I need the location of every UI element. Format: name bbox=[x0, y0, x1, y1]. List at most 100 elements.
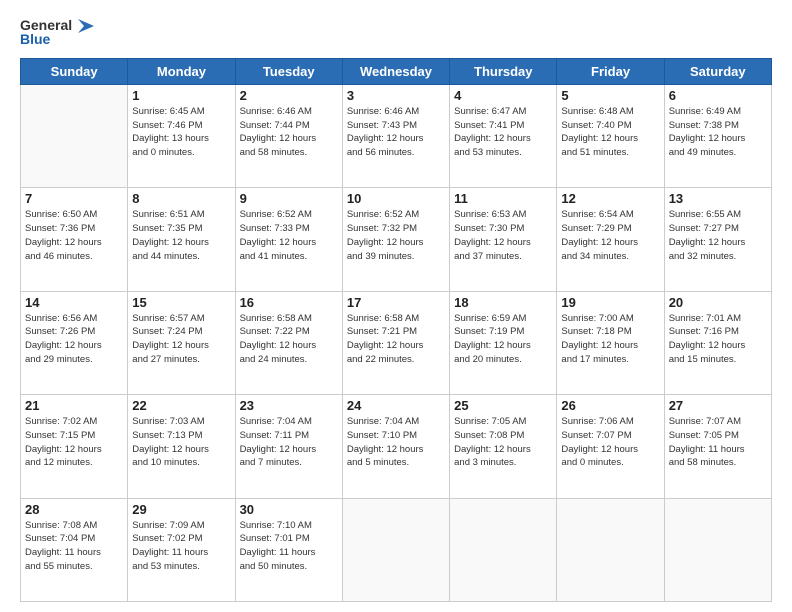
day-number: 29 bbox=[132, 502, 230, 517]
day-number: 16 bbox=[240, 295, 338, 310]
day-number: 28 bbox=[25, 502, 123, 517]
calendar-week-row: 14Sunrise: 6:56 AMSunset: 7:26 PMDayligh… bbox=[21, 291, 772, 394]
day-number: 2 bbox=[240, 88, 338, 103]
logo: General Blue bbox=[20, 18, 94, 48]
calendar-cell: 22Sunrise: 7:03 AMSunset: 7:13 PMDayligh… bbox=[128, 395, 235, 498]
day-number: 1 bbox=[132, 88, 230, 103]
calendar-cell: 2 Sunrise: 6:46 AMSunset: 7:44 PMDaylight… bbox=[235, 84, 342, 187]
day-info: Sunrise: 7:10 AMSunset: 7:01 PMDaylight:… bbox=[240, 519, 338, 574]
day-info: Sunrise: 7:08 AMSunset: 7:04 PMDaylight:… bbox=[25, 519, 123, 574]
calendar-cell: 11 Sunrise: 6:53 AMSunset: 7:30 PMDayligh… bbox=[450, 188, 557, 291]
calendar-week-row: 28 Sunrise: 7:08 AMSunset: 7:04 PMDayligh… bbox=[21, 498, 772, 601]
weekday-header-row: SundayMondayTuesdayWednesdayThursdayFrid… bbox=[21, 58, 772, 84]
day-info: Sunrise: 6:52 AMSunset: 7:32 PMDaylight:… bbox=[347, 208, 445, 263]
calendar-cell: 12Sunrise: 6:54 AMSunset: 7:29 PMDayligh… bbox=[557, 188, 664, 291]
weekday-header: Tuesday bbox=[235, 58, 342, 84]
calendar-cell: 25 Sunrise: 7:05 AMSunset: 7:08 PMDayligh… bbox=[450, 395, 557, 498]
calendar-cell: 5 Sunrise: 6:48 AMSunset: 7:40 PMDaylight… bbox=[557, 84, 664, 187]
calendar-cell bbox=[557, 498, 664, 601]
calendar-cell: 16 Sunrise: 6:58 AMSunset: 7:22 PMDayligh… bbox=[235, 291, 342, 394]
calendar-cell: 17 Sunrise: 6:58 AMSunset: 7:21 PMDayligh… bbox=[342, 291, 449, 394]
page: General Blue SundayMondayTuesdayWednesda… bbox=[0, 0, 792, 612]
weekday-header: Saturday bbox=[664, 58, 771, 84]
day-info: Sunrise: 6:48 AMSunset: 7:40 PMDaylight:… bbox=[561, 105, 659, 160]
calendar-cell: 4 Sunrise: 6:47 AMSunset: 7:41 PMDaylight… bbox=[450, 84, 557, 187]
calendar-week-row: 1 Sunrise: 6:45 AMSunset: 7:46 PMDaylight… bbox=[21, 84, 772, 187]
calendar-cell bbox=[342, 498, 449, 601]
calendar-cell: 6 Sunrise: 6:49 AMSunset: 7:38 PMDaylight… bbox=[664, 84, 771, 187]
day-info: Sunrise: 7:07 AMSunset: 7:05 PMDaylight:… bbox=[669, 415, 767, 470]
calendar-cell bbox=[21, 84, 128, 187]
day-number: 14 bbox=[25, 295, 123, 310]
day-info: Sunrise: 6:45 AMSunset: 7:46 PMDaylight:… bbox=[132, 105, 230, 160]
calendar-cell: 21 Sunrise: 7:02 AMSunset: 7:15 PMDayligh… bbox=[21, 395, 128, 498]
day-info: Sunrise: 7:04 AMSunset: 7:11 PMDaylight:… bbox=[240, 415, 338, 470]
day-info: Sunrise: 7:02 AMSunset: 7:15 PMDaylight:… bbox=[25, 415, 123, 470]
calendar-cell: 7 Sunrise: 6:50 AMSunset: 7:36 PMDaylight… bbox=[21, 188, 128, 291]
day-number: 6 bbox=[669, 88, 767, 103]
day-info: Sunrise: 6:58 AMSunset: 7:22 PMDaylight:… bbox=[240, 312, 338, 367]
calendar-cell: 23 Sunrise: 7:04 AMSunset: 7:11 PMDayligh… bbox=[235, 395, 342, 498]
day-number: 7 bbox=[25, 191, 123, 206]
day-info: Sunrise: 7:09 AMSunset: 7:02 PMDaylight:… bbox=[132, 519, 230, 574]
day-number: 3 bbox=[347, 88, 445, 103]
day-number: 10 bbox=[347, 191, 445, 206]
day-info: Sunrise: 6:54 AMSunset: 7:29 PMDaylight:… bbox=[561, 208, 659, 263]
calendar-cell: 27 Sunrise: 7:07 AMSunset: 7:05 PMDayligh… bbox=[664, 395, 771, 498]
calendar-body: 1 Sunrise: 6:45 AMSunset: 7:46 PMDaylight… bbox=[21, 84, 772, 601]
day-number: 11 bbox=[454, 191, 552, 206]
day-number: 15 bbox=[132, 295, 230, 310]
day-number: 18 bbox=[454, 295, 552, 310]
day-number: 5 bbox=[561, 88, 659, 103]
calendar-cell bbox=[450, 498, 557, 601]
day-info: Sunrise: 6:47 AMSunset: 7:41 PMDaylight:… bbox=[454, 105, 552, 160]
day-info: Sunrise: 7:04 AMSunset: 7:10 PMDaylight:… bbox=[347, 415, 445, 470]
header: General Blue bbox=[20, 18, 772, 48]
calendar-week-row: 21 Sunrise: 7:02 AMSunset: 7:15 PMDayligh… bbox=[21, 395, 772, 498]
calendar-cell: 29 Sunrise: 7:09 AMSunset: 7:02 PMDayligh… bbox=[128, 498, 235, 601]
calendar-cell: 19Sunrise: 7:00 AMSunset: 7:18 PMDayligh… bbox=[557, 291, 664, 394]
day-number: 23 bbox=[240, 398, 338, 413]
calendar-cell: 1 Sunrise: 6:45 AMSunset: 7:46 PMDaylight… bbox=[128, 84, 235, 187]
day-number: 17 bbox=[347, 295, 445, 310]
day-number: 4 bbox=[454, 88, 552, 103]
day-info: Sunrise: 6:59 AMSunset: 7:19 PMDaylight:… bbox=[454, 312, 552, 367]
logo-arrow-icon bbox=[74, 19, 94, 33]
weekday-header: Friday bbox=[557, 58, 664, 84]
calendar-cell bbox=[664, 498, 771, 601]
day-number: 8 bbox=[132, 191, 230, 206]
day-info: Sunrise: 7:05 AMSunset: 7:08 PMDaylight:… bbox=[454, 415, 552, 470]
day-info: Sunrise: 6:46 AMSunset: 7:44 PMDaylight:… bbox=[240, 105, 338, 160]
day-number: 21 bbox=[25, 398, 123, 413]
calendar-table: SundayMondayTuesdayWednesdayThursdayFrid… bbox=[20, 58, 772, 602]
day-info: Sunrise: 6:46 AMSunset: 7:43 PMDaylight:… bbox=[347, 105, 445, 160]
day-info: Sunrise: 6:50 AMSunset: 7:36 PMDaylight:… bbox=[25, 208, 123, 263]
calendar-cell: 14Sunrise: 6:56 AMSunset: 7:26 PMDayligh… bbox=[21, 291, 128, 394]
day-number: 27 bbox=[669, 398, 767, 413]
day-number: 13 bbox=[669, 191, 767, 206]
day-number: 25 bbox=[454, 398, 552, 413]
day-number: 20 bbox=[669, 295, 767, 310]
calendar-cell: 10 Sunrise: 6:52 AMSunset: 7:32 PMDayligh… bbox=[342, 188, 449, 291]
day-number: 22 bbox=[132, 398, 230, 413]
calendar-cell: 15Sunrise: 6:57 AMSunset: 7:24 PMDayligh… bbox=[128, 291, 235, 394]
calendar-cell: 26 Sunrise: 7:06 AMSunset: 7:07 PMDayligh… bbox=[557, 395, 664, 498]
day-number: 26 bbox=[561, 398, 659, 413]
calendar-cell: 8 Sunrise: 6:51 AMSunset: 7:35 PMDaylight… bbox=[128, 188, 235, 291]
day-info: Sunrise: 6:58 AMSunset: 7:21 PMDaylight:… bbox=[347, 312, 445, 367]
weekday-header: Wednesday bbox=[342, 58, 449, 84]
weekday-header: Sunday bbox=[21, 58, 128, 84]
day-info: Sunrise: 6:51 AMSunset: 7:35 PMDaylight:… bbox=[132, 208, 230, 263]
weekday-header: Thursday bbox=[450, 58, 557, 84]
day-info: Sunrise: 6:53 AMSunset: 7:30 PMDaylight:… bbox=[454, 208, 552, 263]
day-number: 24 bbox=[347, 398, 445, 413]
day-info: Sunrise: 6:49 AMSunset: 7:38 PMDaylight:… bbox=[669, 105, 767, 160]
day-info: Sunrise: 7:01 AMSunset: 7:16 PMDaylight:… bbox=[669, 312, 767, 367]
calendar-cell: 13 Sunrise: 6:55 AMSunset: 7:27 PMDayligh… bbox=[664, 188, 771, 291]
weekday-header: Monday bbox=[128, 58, 235, 84]
calendar-cell: 24 Sunrise: 7:04 AMSunset: 7:10 PMDayligh… bbox=[342, 395, 449, 498]
day-info: Sunrise: 6:55 AMSunset: 7:27 PMDaylight:… bbox=[669, 208, 767, 263]
day-info: Sunrise: 7:06 AMSunset: 7:07 PMDaylight:… bbox=[561, 415, 659, 470]
day-number: 19 bbox=[561, 295, 659, 310]
logo-blue: Blue bbox=[20, 32, 50, 47]
